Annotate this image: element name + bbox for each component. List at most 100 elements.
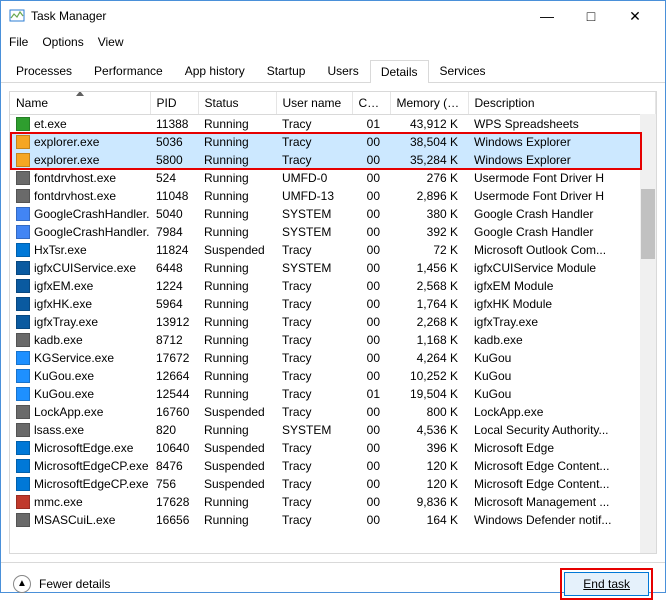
cell-cpu: 00: [352, 493, 390, 511]
cell-status: Running: [198, 259, 276, 277]
table-row[interactable]: explorer.exe5036RunningTracy0038,504 KWi…: [10, 133, 656, 151]
column-header-user-name[interactable]: User name: [276, 92, 352, 114]
taskmgr-icon: [9, 8, 25, 24]
column-header-row: NamePIDStatusUser nameCPUMemory (p...Des…: [10, 92, 656, 114]
tab-services[interactable]: Services: [429, 59, 497, 82]
minimize-button[interactable]: ―: [525, 1, 569, 31]
menu-file[interactable]: File: [9, 35, 28, 49]
cell-cpu: 00: [352, 403, 390, 421]
cell-status: Suspended: [198, 403, 276, 421]
table-row[interactable]: MSASCuiL.exe16656RunningTracy00164 KWind…: [10, 511, 656, 529]
process-icon: [16, 477, 30, 491]
table-row[interactable]: HxTsr.exe11824SuspendedTracy0072 KMicros…: [10, 241, 656, 259]
cell-status: Running: [198, 187, 276, 205]
cell-cpu: 00: [352, 187, 390, 205]
table-row[interactable]: et.exe11388RunningTracy0143,912 KWPS Spr…: [10, 114, 656, 133]
cell-user: SYSTEM: [276, 205, 352, 223]
cell-status: Running: [198, 493, 276, 511]
menu-options[interactable]: Options: [42, 35, 83, 49]
end-task-button[interactable]: End task: [564, 572, 649, 596]
column-header-description[interactable]: Description: [468, 92, 656, 114]
cell-cpu: 00: [352, 277, 390, 295]
cell-pid: 8476: [150, 457, 198, 475]
table-row[interactable]: KGService.exe17672RunningTracy004,264 KK…: [10, 349, 656, 367]
cell-desc: Google Crash Handler: [468, 223, 656, 241]
table-row[interactable]: MicrosoftEdgeCP.exe756SuspendedTracy0012…: [10, 475, 656, 493]
cell-desc: Microsoft Edge Content...: [468, 457, 656, 475]
cell-mem: 9,836 K: [390, 493, 468, 511]
cell-status: Running: [198, 349, 276, 367]
cell-desc: Google Crash Handler: [468, 205, 656, 223]
tab-processes[interactable]: Processes: [5, 59, 83, 82]
close-button[interactable]: ✕: [613, 1, 657, 31]
table-row[interactable]: igfxCUIService.exe6448RunningSYSTEM001,4…: [10, 259, 656, 277]
process-icon: [16, 459, 30, 473]
table-row[interactable]: igfxTray.exe13912RunningTracy002,268 Kig…: [10, 313, 656, 331]
table-row[interactable]: explorer.exe5800RunningTracy0035,284 KWi…: [10, 151, 656, 169]
table-row[interactable]: kadb.exe8712RunningTracy001,168 Kkadb.ex…: [10, 331, 656, 349]
cell-mem: 1,764 K: [390, 295, 468, 313]
menu-view[interactable]: View: [98, 35, 124, 49]
cell-desc: igfxCUIService Module: [468, 259, 656, 277]
cell-cpu: 00: [352, 421, 390, 439]
cell-pid: 16760: [150, 403, 198, 421]
cell-pid: 10640: [150, 439, 198, 457]
table-row[interactable]: fontdrvhost.exe11048RunningUMFD-13002,89…: [10, 187, 656, 205]
column-header-pid[interactable]: PID: [150, 92, 198, 114]
process-icon: [16, 315, 30, 329]
maximize-button[interactable]: □: [569, 1, 613, 31]
cell-cpu: 00: [352, 241, 390, 259]
cell-mem: 392 K: [390, 223, 468, 241]
cell-status: Running: [198, 277, 276, 295]
column-header-status[interactable]: Status: [198, 92, 276, 114]
table-row[interactable]: LockApp.exe16760SuspendedTracy00800 KLoc…: [10, 403, 656, 421]
cell-cpu: 01: [352, 114, 390, 133]
cell-user: Tracy: [276, 295, 352, 313]
process-name: LockApp.exe: [34, 405, 103, 419]
cell-user: Tracy: [276, 367, 352, 385]
process-icon: [16, 153, 30, 167]
column-header-name[interactable]: Name: [10, 92, 150, 114]
table-row[interactable]: igfxHK.exe5964RunningTracy001,764 KigfxH…: [10, 295, 656, 313]
cell-cpu: 00: [352, 349, 390, 367]
cell-user: SYSTEM: [276, 223, 352, 241]
table-row[interactable]: lsass.exe820RunningSYSTEM004,536 KLocal …: [10, 421, 656, 439]
column-header-memory-p-[interactable]: Memory (p...: [390, 92, 468, 114]
cell-status: Suspended: [198, 241, 276, 259]
cell-mem: 2,268 K: [390, 313, 468, 331]
process-icon: [16, 189, 30, 203]
tab-performance[interactable]: Performance: [83, 59, 174, 82]
cell-user: Tracy: [276, 151, 352, 169]
cell-desc: Microsoft Outlook Com...: [468, 241, 656, 259]
table-row[interactable]: KuGou.exe12544RunningTracy0119,504 KKuGo…: [10, 385, 656, 403]
table-row[interactable]: MicrosoftEdge.exe10640SuspendedTracy0039…: [10, 439, 656, 457]
window-title: Task Manager: [31, 9, 525, 23]
scrollbar-thumb[interactable]: [641, 189, 655, 259]
cell-mem: 4,536 K: [390, 421, 468, 439]
tab-startup[interactable]: Startup: [256, 59, 317, 82]
table-row[interactable]: mmc.exe17628RunningTracy009,836 KMicroso…: [10, 493, 656, 511]
cell-status: Running: [198, 385, 276, 403]
process-icon: [16, 351, 30, 365]
process-name: igfxEM.exe: [34, 279, 93, 293]
cell-user: SYSTEM: [276, 259, 352, 277]
table-row[interactable]: GoogleCrashHandler...7984RunningSYSTEM00…: [10, 223, 656, 241]
tab-users[interactable]: Users: [316, 59, 369, 82]
cell-pid: 11824: [150, 241, 198, 259]
process-icon: [16, 495, 30, 509]
cell-user: Tracy: [276, 403, 352, 421]
table-row[interactable]: igfxEM.exe1224RunningTracy002,568 KigfxE…: [10, 277, 656, 295]
process-name: GoogleCrashHandler...: [34, 207, 150, 221]
tab-app-history[interactable]: App history: [174, 59, 256, 82]
table-row[interactable]: MicrosoftEdgeCP.exe8476SuspendedTracy001…: [10, 457, 656, 475]
column-header-cpu[interactable]: CPU: [352, 92, 390, 114]
process-name: MSASCuiL.exe: [34, 513, 115, 527]
table-row[interactable]: GoogleCrashHandler...5040RunningSYSTEM00…: [10, 205, 656, 223]
table-row[interactable]: fontdrvhost.exe524RunningUMFD-000276 KUs…: [10, 169, 656, 187]
fewer-details-button[interactable]: ▲ Fewer details: [13, 575, 110, 593]
tab-details[interactable]: Details: [370, 60, 429, 83]
cell-mem: 4,264 K: [390, 349, 468, 367]
cell-pid: 524: [150, 169, 198, 187]
table-row[interactable]: KuGou.exe12664RunningTracy0010,252 KKuGo…: [10, 367, 656, 385]
vertical-scrollbar[interactable]: [640, 114, 656, 553]
